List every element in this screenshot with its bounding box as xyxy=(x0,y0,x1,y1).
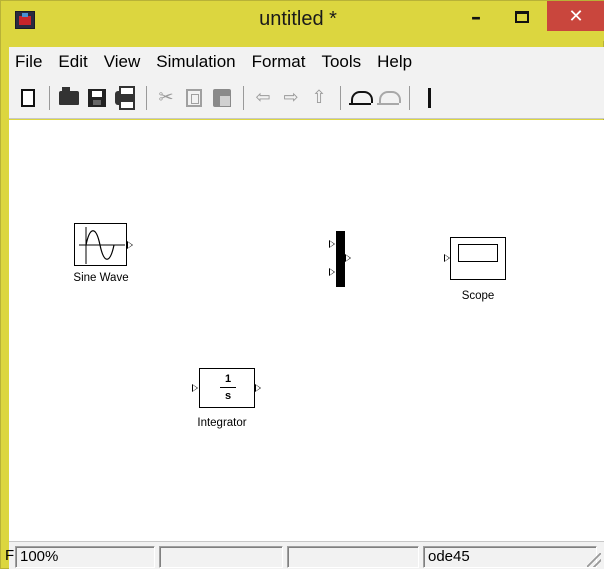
maximize-icon xyxy=(515,10,529,23)
integrator-denominator: s xyxy=(224,390,232,402)
cut-icon: ✂ xyxy=(158,87,174,108)
title-bar[interactable]: untitled * – ✕ xyxy=(1,1,604,41)
paste-icon xyxy=(213,88,231,107)
menu-edit[interactable]: Edit xyxy=(50,52,95,72)
sine-wave-block[interactable] xyxy=(74,223,127,266)
menu-format[interactable]: Format xyxy=(244,52,314,72)
model-canvas[interactable]: Sine Wave Scope 1 s Integrator xyxy=(9,120,604,541)
toolbar: ✂ ⇦ ⇨ ⇧ xyxy=(9,77,604,119)
toolbar-separator xyxy=(146,85,147,110)
toolbar-separator xyxy=(340,85,341,110)
mux-input-port-2[interactable] xyxy=(329,268,335,276)
paste-button[interactable] xyxy=(209,85,235,111)
new-model-button[interactable] xyxy=(15,85,41,111)
integrator-label[interactable]: Integrator xyxy=(169,417,275,429)
back-button[interactable]: ⇦ xyxy=(250,85,276,111)
integrator-numerator: 1 xyxy=(224,373,232,385)
sine-wave-label[interactable]: Sine Wave xyxy=(49,272,153,284)
status-cell-empty-2 xyxy=(287,546,419,568)
simulink-model-window: untitled * – ✕ File Edit View Simulation… xyxy=(0,0,604,569)
integrator-output-port[interactable] xyxy=(255,384,261,392)
menu-simulation[interactable]: Simulation xyxy=(148,52,243,72)
new-file-icon xyxy=(21,88,35,107)
save-button[interactable] xyxy=(84,85,110,111)
menu-view[interactable]: View xyxy=(96,52,149,72)
scope-screen-icon xyxy=(458,244,498,262)
open-folder-icon xyxy=(59,86,79,105)
mux-output-port[interactable] xyxy=(345,254,351,262)
mux-input-port-1[interactable] xyxy=(329,240,335,248)
forward-button[interactable]: ⇨ xyxy=(278,85,304,111)
integrator-block[interactable]: 1 s xyxy=(199,368,255,408)
menu-tools[interactable]: Tools xyxy=(313,52,369,72)
maximize-button[interactable] xyxy=(499,1,545,32)
sine-wave-icon xyxy=(79,227,125,264)
up-button[interactable]: ⇧ xyxy=(306,85,332,111)
open-button[interactable] xyxy=(56,85,82,111)
toolbar-separator xyxy=(49,85,50,110)
close-button[interactable]: ✕ xyxy=(547,1,604,31)
up-arrow-icon: ⇧ xyxy=(311,87,327,108)
redo-button[interactable] xyxy=(375,85,401,111)
status-bar: F 100% ode45 xyxy=(5,541,604,569)
fraction-line xyxy=(220,387,236,388)
sine-wave-output-port[interactable] xyxy=(127,241,133,249)
back-arrow-icon: ⇦ xyxy=(255,87,271,108)
minimize-button[interactable]: – xyxy=(453,1,499,32)
mux-block[interactable] xyxy=(336,231,345,287)
undo-button[interactable] xyxy=(347,85,373,111)
scope-block[interactable] xyxy=(450,237,506,280)
cut-button[interactable]: ✂ xyxy=(153,85,179,111)
window-title: untitled * xyxy=(259,8,337,30)
copy-button[interactable] xyxy=(181,85,207,111)
resize-grip-icon[interactable] xyxy=(587,553,601,567)
forward-arrow-icon: ⇨ xyxy=(283,87,299,108)
save-icon xyxy=(88,88,106,107)
print-button[interactable] xyxy=(112,85,138,111)
undo-icon xyxy=(349,90,373,105)
menu-help[interactable]: Help xyxy=(369,52,420,72)
status-cell-empty-1 xyxy=(159,546,283,568)
scope-label[interactable]: Scope xyxy=(439,290,517,302)
status-zoom: 100% xyxy=(15,546,155,568)
copy-icon xyxy=(186,88,202,107)
toolbar-separator xyxy=(243,85,244,110)
toolbar-overflow-button[interactable] xyxy=(416,85,442,111)
integrator-input-port[interactable] xyxy=(192,384,198,392)
redo-icon xyxy=(377,90,401,105)
overflow-icon xyxy=(427,87,431,108)
menu-file[interactable]: File xyxy=(9,52,50,72)
status-solver: ode45 xyxy=(423,546,597,568)
print-icon xyxy=(115,85,135,110)
menu-bar: File Edit View Simulation Format Tools H… xyxy=(9,47,604,77)
toolbar-separator xyxy=(409,85,410,110)
